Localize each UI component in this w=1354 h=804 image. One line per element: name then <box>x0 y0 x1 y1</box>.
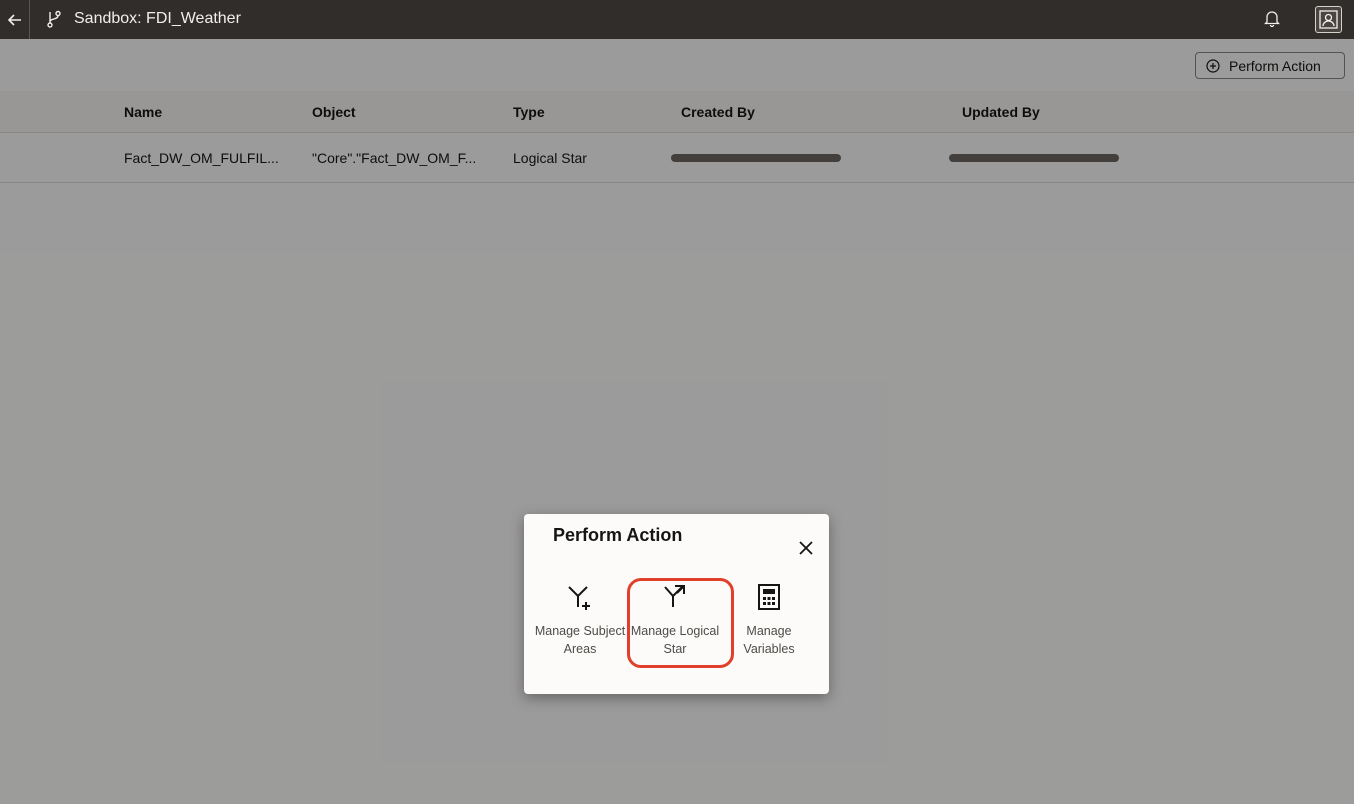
user-menu-button[interactable] <box>1315 6 1342 33</box>
arrow-left-icon <box>7 13 21 26</box>
manage-subject-areas-action[interactable]: Manage Subject Areas <box>530 582 630 658</box>
highlight-annotation <box>627 578 734 668</box>
dialog-title: Perform Action <box>553 525 683 545</box>
top-bar: Sandbox: FDI_Weather <box>0 0 1354 39</box>
user-icon <box>1319 10 1338 29</box>
sandbox-title: Sandbox: FDI_Weather <box>74 10 241 27</box>
bell-icon[interactable] <box>1264 9 1280 27</box>
back-button[interactable] <box>0 0 30 39</box>
manage-variables-action[interactable]: Manage Variables <box>719 582 819 658</box>
calculator-icon <box>758 584 780 610</box>
perform-action-dialog: Perform Action Manage Subject Areas Mana… <box>524 514 829 694</box>
action-label-line1: Manage Subject <box>534 624 626 638</box>
subject-area-icon <box>568 586 590 610</box>
close-icon <box>799 541 813 555</box>
action-label-line2: Variables <box>743 642 795 656</box>
close-button[interactable] <box>796 538 816 558</box>
action-label-line1: Manage <box>746 624 792 638</box>
action-label-line2: Areas <box>563 642 597 656</box>
branch-icon <box>47 10 61 28</box>
